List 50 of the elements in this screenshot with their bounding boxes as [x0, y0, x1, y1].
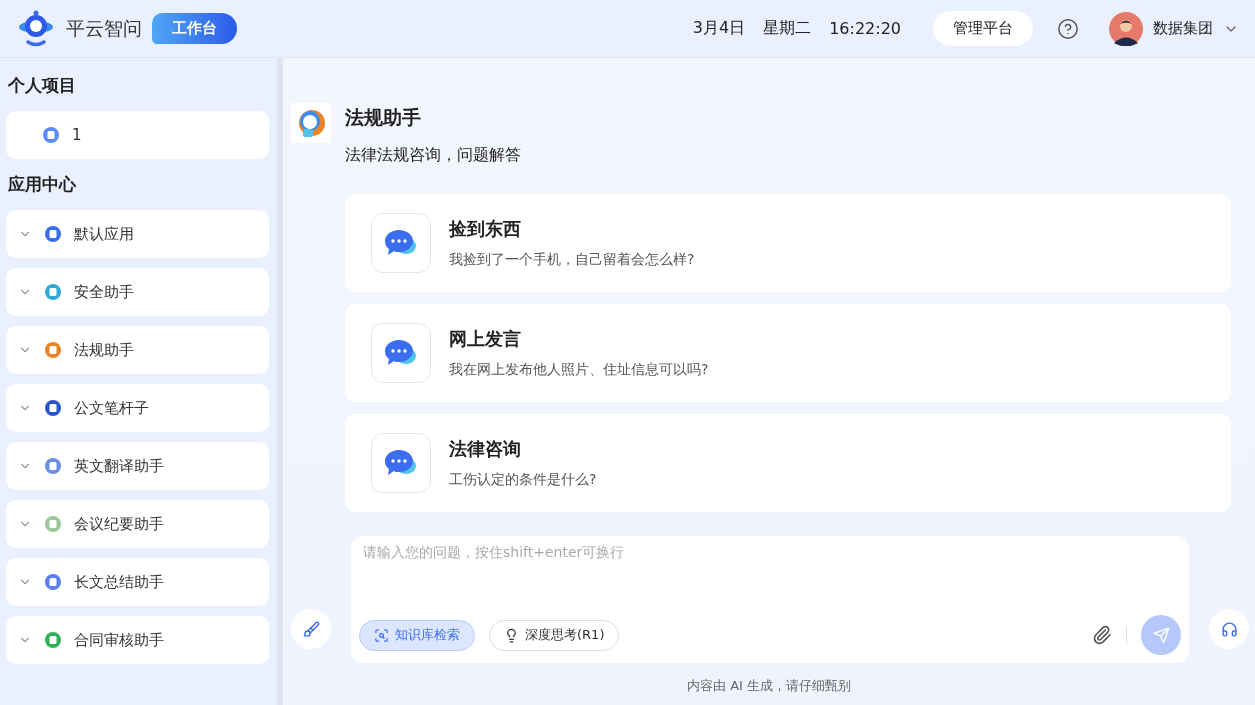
- scan-search-icon: [374, 627, 389, 643]
- sidebar-item[interactable]: 安全助手: [6, 268, 269, 316]
- suggestion-question: 我在网上发布他人照片、住址信息可以吗?: [449, 361, 709, 379]
- suggestion-question: 工伤认定的条件是什么?: [449, 471, 597, 489]
- mode-toggle[interactable]: 知识库检索: [359, 619, 475, 651]
- suggestion-card[interactable]: 网上发言 我在网上发布他人照片、住址信息可以吗?: [345, 304, 1231, 402]
- headphones-icon: [1220, 620, 1238, 638]
- weekday-text: 星期二: [763, 18, 812, 39]
- suggestion-title: 网上发言: [449, 327, 522, 351]
- assistant-name: 法规助手: [345, 105, 422, 130]
- help-icon[interactable]: [1057, 17, 1079, 40]
- paperclip-icon: [1092, 625, 1112, 645]
- question-field[interactable]: 请输入您的问题，按住shift+enter可换行 知识库检索 深度思考(R1): [351, 536, 1189, 663]
- send-icon: [1152, 626, 1170, 644]
- assistant-avatar: [291, 103, 331, 143]
- section-title: 应用中心: [7, 173, 77, 196]
- sidebar-item[interactable]: 公文笔杆子: [6, 384, 269, 432]
- date-text: 3月4日: [692, 18, 746, 39]
- chat-bubble-icon: [384, 338, 418, 368]
- admin-button[interactable]: 管理平台: [933, 11, 1033, 46]
- send-button[interactable]: [1141, 615, 1181, 655]
- sidebar-item[interactable]: 合同审核助手: [6, 616, 269, 664]
- sidebar-item[interactable]: 长文总结助手: [6, 558, 269, 606]
- workspace-badge: 工作台: [152, 13, 237, 44]
- brush-icon: [302, 620, 320, 638]
- suggestion-card[interactable]: 法律咨询 工伤认定的条件是什么?: [345, 414, 1231, 512]
- assistant-description: 法律法规咨询，问题解答: [345, 145, 521, 166]
- suggestion-question: 我捡到了一个手机，自己留着会怎么样?: [449, 251, 695, 269]
- sidebar-item[interactable]: 默认应用: [6, 210, 269, 258]
- sidebar-item[interactable]: 法规助手: [6, 326, 269, 374]
- attach-button[interactable]: [1092, 625, 1112, 645]
- chat-bubble-icon: [384, 228, 418, 258]
- sidebar-item[interactable]: 会议纪要助手: [6, 500, 269, 548]
- mode-toggle[interactable]: 深度思考(R1): [489, 619, 620, 651]
- section-title: 个人项目: [7, 74, 77, 97]
- suggestion-title: 法律咨询: [449, 437, 522, 461]
- chat-bubble-icon: [384, 448, 418, 478]
- user-name[interactable]: 数据集团: [1153, 19, 1213, 38]
- time-text: 16:22:20: [829, 19, 901, 38]
- disclaimer-text: 内容由 AI 生成，请仔细甄别: [686, 677, 852, 695]
- lightbulb-icon: [504, 627, 519, 643]
- clear-button[interactable]: [291, 609, 331, 649]
- sidebar-item[interactable]: 英文翻译助手: [6, 442, 269, 490]
- suggestion-title: 捡到东西: [449, 217, 522, 241]
- voice-button[interactable]: [1209, 609, 1249, 649]
- sidebar-item[interactable]: 1: [6, 111, 269, 159]
- suggestion-card[interactable]: 捡到东西 我捡到了一个手机，自己留着会怎么样?: [345, 194, 1231, 292]
- robot-logo-icon: [16, 8, 56, 49]
- user-avatar[interactable]: [1109, 11, 1143, 46]
- brand-name: 平云智问: [66, 15, 142, 41]
